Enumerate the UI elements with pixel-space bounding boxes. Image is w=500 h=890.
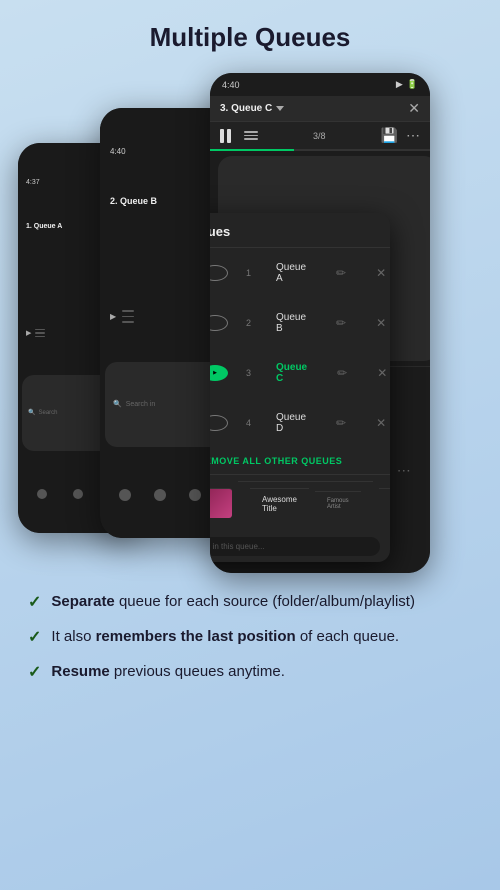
phone-1-list-icon (35, 329, 45, 338)
bottom-icon-1[interactable] (37, 489, 47, 499)
queue-number: 3 (234, 361, 258, 385)
queues-overlay: ♫ Queues 1 Queue A ✏ ✕ 2 Queue (210, 213, 390, 562)
queue-header-left: 3. Queue C (220, 103, 284, 114)
phone-3-screen: 4:40 ▶ 🔋 3. Queue C ✕ (210, 73, 430, 573)
battery-icon: 🔋 (407, 79, 418, 90)
delete-icon[interactable]: ✕ (364, 259, 390, 287)
phone-2-play-btn[interactable]: ▶ (110, 312, 116, 321)
progress-bar-fill (210, 149, 294, 151)
queue-name: 3. Queue C (220, 103, 272, 114)
bottom-icon-1[interactable] (119, 489, 131, 501)
queue-number: 4 (234, 411, 258, 435)
page-title: Multiple Queues (0, 0, 500, 63)
queue-number: 1 (234, 261, 258, 285)
queue-row-d[interactable]: 4 Queue D ✏ ✕ (210, 398, 390, 448)
controls-row: 3/8 💾 ⋯ (210, 122, 430, 149)
queues-title: Queues (210, 224, 230, 239)
edit-icon[interactable]: ✏ (324, 309, 358, 337)
delete-icon[interactable]: ✕ (364, 309, 390, 337)
checkmark-icon: ✓ (28, 592, 41, 612)
bottom-icon-3[interactable] (189, 489, 201, 501)
close-icon[interactable]: ✕ (408, 100, 420, 117)
phone-3: 4:40 ▶ 🔋 3. Queue C ✕ (210, 73, 430, 573)
more-icon[interactable]: ⋯ (397, 462, 411, 479)
remove-all-button[interactable]: REMOVE ALL OTHER QUEUES (210, 448, 390, 474)
bottom-icon-2[interactable] (73, 489, 83, 499)
search-placeholder: Search in this queue... (210, 542, 265, 551)
status-icons: ▶ 🔋 (396, 79, 418, 90)
phone-3-time: 4:40 (222, 80, 240, 90)
save-icon[interactable]: 💾 (381, 127, 398, 144)
delete-icon[interactable]: ✕ (365, 359, 390, 387)
search-icon: 🔍 (28, 409, 35, 416)
queue-row-a[interactable]: 1 Queue A ✏ ✕ (210, 248, 390, 298)
edit-icon[interactable]: ✏ (324, 409, 358, 437)
queue-name-c: Queue C (264, 355, 319, 391)
phones-area: 4:37 ▶ 1. Queue A ▶ Awesome Title (0, 63, 500, 573)
queue-name-b: Queue B (264, 305, 318, 341)
more-btn[interactable]: ⋯ (379, 488, 390, 518)
features-list: ✓ Separate queue for each source (folder… (0, 573, 500, 682)
sort-icon[interactable] (244, 131, 258, 140)
delete-icon[interactable]: ✕ (364, 409, 390, 437)
queue-select-circle-active[interactable] (210, 365, 228, 381)
phone-3-status-bar: 4:40 ▶ 🔋 (210, 73, 430, 96)
signal-icon: ▶ (396, 79, 403, 90)
search-placeholder: Search (38, 410, 57, 416)
phone-3-queue-header: 3. Queue C ✕ (210, 96, 430, 122)
feature-item-3: ✓ Resume previous queues anytime. (28, 661, 472, 682)
chevron-down-icon[interactable] (276, 106, 284, 111)
track-count: 3/8 (266, 131, 373, 141)
overlay-song-item[interactable]: Awesome Title Famous Artist ⋯ (210, 474, 390, 531)
more-options-icon[interactable]: ⋯ (406, 127, 420, 144)
queue-select-circle[interactable] (210, 415, 228, 431)
queue-number: 2 (234, 311, 258, 335)
feature-text-1: Separate queue for each source (folder/a… (51, 591, 415, 612)
bottom-icon-2[interactable] (154, 489, 166, 501)
queue-select-circle[interactable] (210, 315, 228, 331)
queue-name-d: Queue D (264, 405, 318, 441)
phone-1-time: 4:37 (26, 179, 40, 186)
edit-icon[interactable]: ✏ (325, 359, 359, 387)
search-placeholder: Search in (126, 401, 156, 408)
song-title: Awesome Title (250, 488, 309, 519)
progress-bar-container (210, 149, 430, 151)
edit-icon[interactable]: ✏ (324, 259, 358, 287)
queue-row-c[interactable]: 3 Queue C ✏ ✕ (210, 348, 390, 398)
queue-select-circle[interactable] (210, 265, 228, 281)
pause-button[interactable] (220, 128, 236, 144)
phone-2-time: 4:40 (110, 147, 126, 156)
search-icon: 🔍 (113, 400, 122, 408)
checkmark-icon: ✓ (28, 627, 41, 647)
overlay-search-bar[interactable]: 🔍 Search in this queue... (210, 537, 380, 556)
album-art (210, 488, 232, 518)
feature-item-2: ✓ It also remembers the last position of… (28, 626, 472, 647)
feature-text-2: It also remembers the last position of e… (51, 626, 399, 647)
song-artist: Famous Artist (315, 491, 361, 516)
song-texts: Awesome Title Famous Artist (238, 481, 373, 525)
feature-text-3: Resume previous queues anytime. (51, 661, 284, 682)
queues-overlay-header: ♫ Queues (210, 213, 390, 248)
queue-row-b[interactable]: 2 Queue B ✏ ✕ (210, 298, 390, 348)
checkmark-icon: ✓ (28, 662, 41, 682)
queue-name-a: Queue A (264, 255, 318, 291)
phone-1-play-btn[interactable]: ▶ (26, 329, 31, 337)
feature-item-1: ✓ Separate queue for each source (folder… (28, 591, 472, 612)
phone-2-list-icon (122, 310, 134, 323)
